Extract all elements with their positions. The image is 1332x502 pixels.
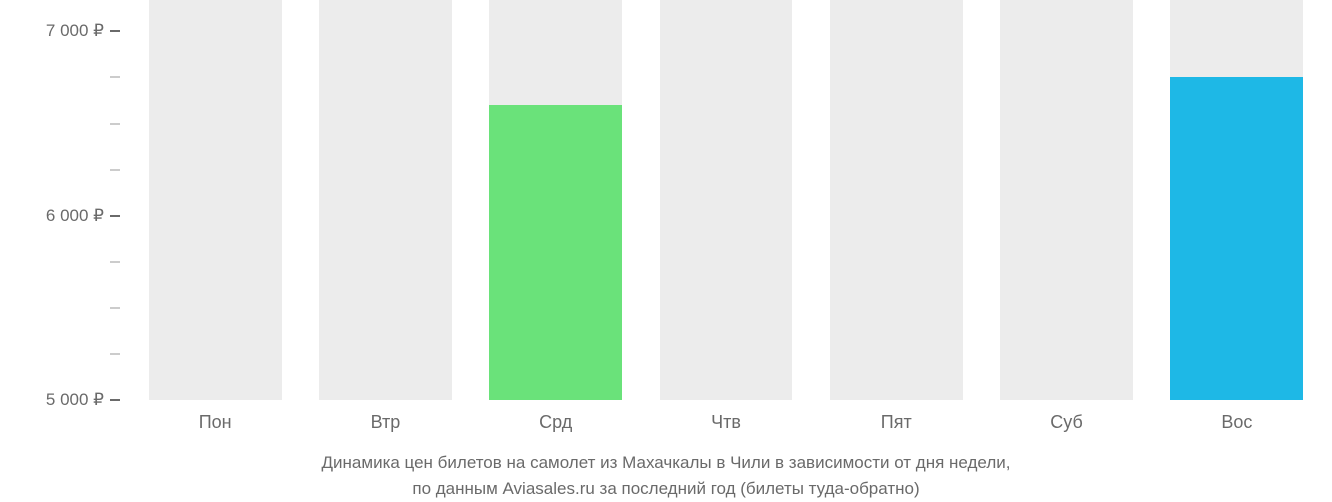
y-tick-label: 7 000 ₽ xyxy=(46,21,104,41)
y-tick-mark xyxy=(110,30,120,32)
y-minor-tick xyxy=(110,169,120,170)
y-minor-tick xyxy=(110,77,120,78)
bar-wrapper xyxy=(981,0,1151,400)
y-tick-label: 6 000 ₽ xyxy=(46,206,104,226)
bar-wrapper xyxy=(300,0,470,400)
y-minor-tick xyxy=(110,123,120,124)
price-bar xyxy=(319,0,452,400)
price-chart: 5 000 ₽ 6 000 ₽ 7 000 ₽ ПонВтрСрдЧтвПятСуб… xyxy=(0,0,1332,502)
bars-area xyxy=(130,0,1322,400)
x-axis-label: Чтв xyxy=(641,400,811,440)
x-axis-label: Втр xyxy=(300,400,470,440)
y-minor-tick xyxy=(110,353,120,354)
price-bar xyxy=(149,0,282,400)
bar-wrapper xyxy=(471,0,641,400)
bar-wrapper xyxy=(811,0,981,400)
y-tick-label: 5 000 ₽ xyxy=(46,390,104,410)
price-bar xyxy=(489,0,622,400)
bar-bg-segment xyxy=(1170,0,1303,77)
bar-value-segment xyxy=(489,105,622,400)
price-bar xyxy=(660,0,793,400)
caption-line-1: Динамика цен билетов на самолет из Махач… xyxy=(0,450,1332,476)
y-minor-tick xyxy=(110,261,120,262)
price-bar xyxy=(830,0,963,400)
bar-bg-segment xyxy=(489,0,622,105)
y-tick-mark xyxy=(110,215,120,217)
price-bar xyxy=(1000,0,1133,400)
bar-value-segment xyxy=(1170,77,1303,400)
y-axis: 5 000 ₽6 000 ₽7 000 ₽ xyxy=(0,0,130,400)
bar-wrapper xyxy=(130,0,300,400)
y-minor-tick xyxy=(110,307,120,308)
plot-area xyxy=(130,0,1322,400)
y-tick-mark xyxy=(110,399,120,401)
y-tick: 5 000 ₽ xyxy=(46,390,120,410)
x-axis: ПонВтрСрдЧтвПятСубВос xyxy=(130,400,1322,440)
chart-caption: Динамика цен билетов на самолет из Махач… xyxy=(0,450,1332,501)
x-axis-label: Вос xyxy=(1152,400,1322,440)
x-axis-label: Срд xyxy=(471,400,641,440)
x-axis-label: Пят xyxy=(811,400,981,440)
x-axis-label: Суб xyxy=(981,400,1151,440)
x-axis-label: Пон xyxy=(130,400,300,440)
bar-wrapper xyxy=(641,0,811,400)
price-bar xyxy=(1170,0,1303,400)
caption-line-2: по данным Aviasales.ru за последний год … xyxy=(0,476,1332,502)
y-tick: 6 000 ₽ xyxy=(46,206,120,226)
bar-wrapper xyxy=(1152,0,1322,400)
y-tick: 7 000 ₽ xyxy=(46,21,120,41)
